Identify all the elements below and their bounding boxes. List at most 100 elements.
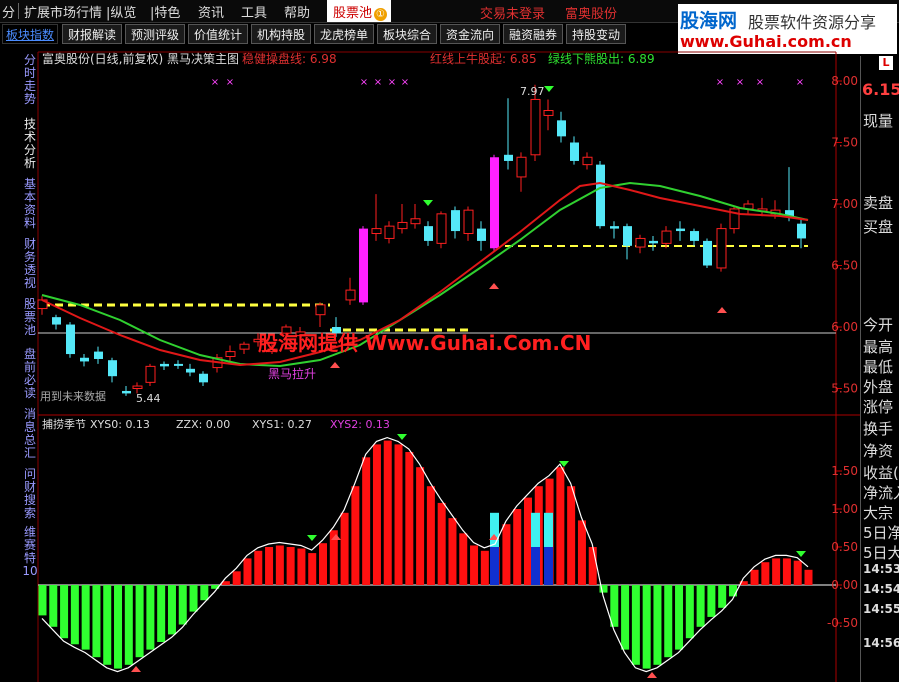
sub-bar: [437, 502, 446, 585]
candle-body: [490, 157, 499, 249]
indicator-red-line: 红线上牛股起: 6.85: [430, 51, 537, 66]
candle-body: [315, 304, 326, 316]
quote-field-label: 5日大: [863, 544, 899, 562]
candle-body: [371, 228, 382, 235]
quote-field-label: 净资: [863, 442, 894, 460]
sub-bar: [577, 520, 586, 585]
low-price-label: 5.44: [136, 392, 161, 405]
sub-bar: [567, 486, 576, 585]
buy-arrow-icon: [330, 362, 340, 368]
sub-bar: [642, 585, 651, 669]
sub-bar: [124, 585, 133, 665]
main-y-tick-label: 7.50: [831, 136, 858, 150]
candle-body: [596, 164, 605, 227]
signal-x-marker: ×: [211, 77, 219, 88]
signal-x-marker: ×: [374, 77, 382, 88]
annotation-breakout: 黑马拉升: [268, 366, 316, 381]
sub-buy-arrow-icon: [647, 672, 657, 678]
quote-field-label: 大宗: [863, 504, 894, 522]
sub-bar: [459, 533, 468, 585]
candle-body: [225, 351, 236, 358]
sub-bar: [728, 585, 737, 597]
sub-bar: [621, 585, 630, 650]
candle-body: [797, 223, 806, 239]
quote-field-label: 现量: [863, 112, 894, 130]
sub-signal-line: [41, 436, 809, 673]
sub-bar-cyan: [544, 512, 553, 547]
sub-bar: [254, 550, 263, 585]
sub-bar-blue: [490, 547, 499, 585]
sub-bar: [49, 585, 58, 627]
candle-body: [436, 213, 447, 244]
candle-body: [239, 343, 250, 350]
sub-bar: [60, 585, 69, 639]
quote-field-label: 14:55: [863, 602, 899, 616]
sub-bar: [772, 558, 781, 585]
sub-bar: [114, 585, 123, 669]
candle-body: [703, 240, 712, 266]
quote-field-label: 买盘: [863, 218, 894, 236]
candle-body: [94, 351, 103, 359]
candle-body: [66, 324, 75, 355]
quote-field-label: 14:54: [863, 582, 899, 596]
sub-bar: [70, 585, 79, 645]
future-data-note: 用到未来数据: [40, 389, 106, 403]
candle-body: [80, 357, 89, 362]
sub-bar: [782, 558, 791, 585]
sub-bar: [653, 585, 662, 665]
sub-bar: [610, 585, 619, 627]
signal-x-marker: ×: [736, 77, 744, 88]
quote-field-label: 5日净: [863, 524, 899, 542]
main-y-axis: 8.00 7.50 7.00 6.50 6.00 5.50: [831, 74, 858, 396]
indicator-green-line: 绿线下熊股出: 6.89: [548, 51, 655, 66]
candle-body: [345, 289, 356, 301]
quote-field-label: 今开: [863, 316, 894, 334]
candle-body: [174, 363, 183, 366]
quote-field-label: 最低: [863, 358, 894, 376]
quote-field-label: 14:53: [863, 562, 899, 576]
sub-bar: [664, 585, 673, 658]
sub-bar: [394, 444, 403, 585]
sub-bar: [588, 547, 597, 585]
candle-body: [543, 110, 554, 116]
candle-body: [108, 360, 117, 377]
main-y-tick-label: 6.00: [831, 320, 858, 334]
sub-bar: [340, 512, 349, 585]
buy-arrow-icon: [717, 307, 727, 313]
sub-bar: [362, 457, 371, 585]
sub-bar: [286, 547, 295, 585]
candle-body: [676, 228, 685, 232]
candle-body: [410, 218, 421, 225]
sub-y-tick-label: 0.00: [831, 578, 858, 592]
candle-body: [690, 231, 699, 241]
signal-x-marker: ×: [360, 77, 368, 88]
sub-bar: [189, 585, 198, 612]
candle-body: [530, 98, 541, 156]
signal-x-marker: ×: [388, 77, 396, 88]
signal-x-marker: ×: [226, 77, 234, 88]
candle-body: [635, 237, 646, 248]
quote-field-label: 最高: [863, 338, 894, 356]
sub-bar: [675, 585, 684, 650]
candle-body: [463, 209, 474, 235]
candle-body: [716, 228, 727, 269]
sub-y-tick-label: -0.50: [827, 616, 858, 630]
sub-bar: [761, 562, 770, 585]
level2-badge[interactable]: L: [879, 56, 893, 70]
quote-field-label: 涨停: [863, 398, 894, 416]
sub-bar: [351, 486, 360, 585]
sub-bar: [405, 452, 414, 585]
sub-bar: [275, 545, 284, 585]
sub-xys1: XYS1: 0.27: [252, 418, 312, 431]
candle-body: [582, 156, 593, 166]
candle-body: [451, 210, 460, 232]
sub-bar: [265, 547, 274, 585]
quote-field-label: 净流入: [863, 484, 899, 502]
sub-bar: [448, 518, 457, 585]
sub-bar: [707, 585, 716, 617]
sub-bar: [319, 543, 328, 585]
candle-body: [516, 156, 527, 178]
chart-canvas[interactable]: 富奥股份(日线,前复权) 黑马决策主图 稳健操盘线: 6.98 红线上牛股起: …: [0, 0, 899, 682]
indicator-steady-line: 稳健操盘线: 6.98: [242, 51, 337, 66]
quote-field-label: 14:56: [863, 636, 899, 650]
